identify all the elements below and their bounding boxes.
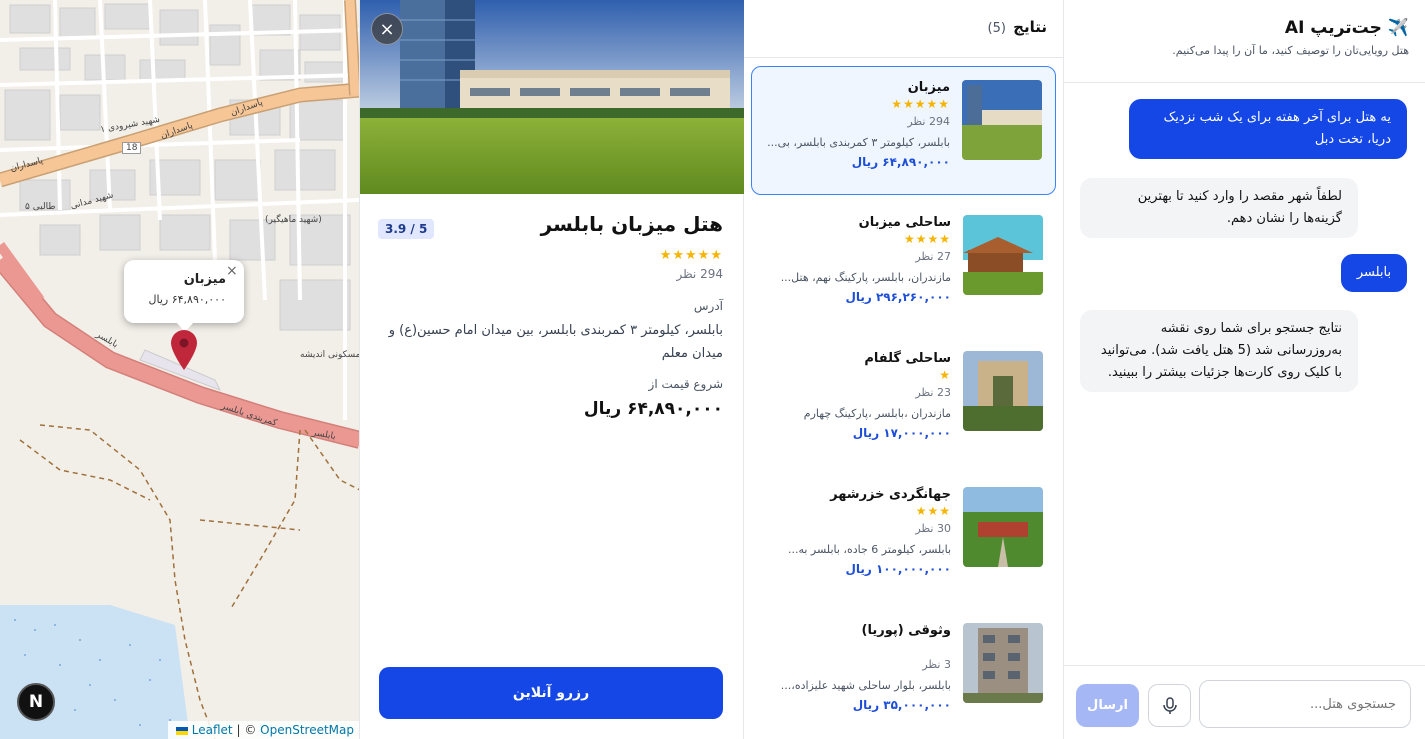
- popup-title: میزبان: [183, 272, 226, 287]
- card-reviews: 294 نظر: [907, 115, 950, 128]
- results-header: نتایج (5): [744, 0, 1063, 58]
- result-card[interactable]: میزبان ★★★★★ 294 نظر بابلسر، کیلومتر ۳ ک…: [751, 66, 1056, 195]
- map-panel[interactable]: پاسداران پاسداران پاسداران 18 شهید مدانی…: [0, 0, 360, 739]
- card-reviews: 27 نظر: [915, 250, 951, 263]
- card-price: ۶۴,۸۹۰,۰۰۰ ریال: [851, 155, 950, 169]
- card-price: ۳۵,۰۰۰,۰۰۰ ریال: [852, 698, 951, 712]
- card-reviews: 3 نظر: [922, 658, 951, 671]
- card-name: ساحلی گلفام: [864, 351, 951, 366]
- card-info: ساحلی گلفام ★ 23 نظر مازندران ،بابلسر ،پ…: [761, 351, 951, 440]
- card-address: مازندران، بابلسر، پارکینگ نهم، هتل...: [780, 271, 951, 284]
- card-name: میزبان: [907, 80, 950, 95]
- user-message: یه هتل برای آخر هفته برای یک شب نزدیک در…: [1129, 99, 1407, 159]
- card-price: ۱۷,۰۰۰,۰۰۰ ریال: [852, 426, 951, 440]
- card-stars: ★★★★: [903, 232, 951, 246]
- map-road-number: 18: [122, 142, 142, 154]
- book-online-button[interactable]: رزرو آنلاین: [379, 667, 723, 719]
- hotel-thumbnail: [963, 215, 1043, 295]
- card-info: ساحلی میزبان ★★★★ 27 نظر مازندران، بابلس…: [761, 215, 951, 304]
- result-card[interactable]: وثوقی (پوریا) 3 نظر بابلسر، بلوار ساحلی …: [751, 610, 1056, 739]
- card-info: میزبان ★★★★★ 294 نظر بابلسر، کیلومتر ۳ ک…: [760, 80, 950, 169]
- send-button[interactable]: ارسال: [1076, 684, 1139, 727]
- address-label: آدرس: [693, 299, 723, 313]
- search-input[interactable]: [1199, 680, 1411, 728]
- results-panel: نتایج (5) میزبان ★★★★★ 294 نظر بابلسر، ک…: [744, 0, 1064, 739]
- results-count: (5): [987, 21, 1006, 36]
- card-info: جهانگردی خزرشهر ★★★ 30 نظر بابلسر، کیلوم…: [761, 487, 951, 576]
- osm-link[interactable]: OpenStreetMap: [260, 723, 354, 737]
- rating-badge: 3.9 / 5: [378, 219, 435, 239]
- map-poi-label: طالبی ۵: [25, 202, 56, 212]
- card-address: بابلسر، کیلومتر ۳ کمربندی بابلسر، بی...: [767, 136, 950, 149]
- popup-price: ۶۴,۸۹۰,۰۰۰ ریال: [148, 293, 226, 306]
- n-badge-icon[interactable]: N: [17, 683, 55, 721]
- card-name: ساحلی میزبان: [858, 215, 951, 230]
- hotel-thumbnail: [962, 80, 1042, 160]
- chat-subtitle: هتل رویایی‌تان را توصیف کنید، ما آن را پ…: [1172, 44, 1409, 57]
- card-reviews: 23 نظر: [915, 386, 951, 399]
- popup-close-icon[interactable]: ×: [226, 263, 238, 279]
- attribution-separator: | ©: [236, 723, 257, 737]
- leaflet-link[interactable]: Leaflet: [192, 723, 233, 737]
- map-marker-icon[interactable]: [171, 330, 197, 374]
- card-price: ۲۹۶,۲۶۰,۰۰۰ ریال: [845, 290, 951, 304]
- chat-panel: ✈️ جت‌تریپ AI هتل رویایی‌تان را توصیف کن…: [1064, 0, 1425, 739]
- results-title: نتایج: [1013, 18, 1047, 36]
- chat-title: ✈️ جت‌تریپ AI: [1064, 18, 1409, 38]
- ukraine-flag-icon: [175, 726, 188, 735]
- close-detail-button[interactable]: ×: [371, 13, 403, 45]
- address-text: بابلسر، کیلومتر ۳ کمربندی بابلسر، بین می…: [388, 323, 723, 361]
- map-attribution: Leaflet | © OpenStreetMap: [167, 721, 359, 739]
- hotel-thumbnail: [963, 487, 1043, 567]
- map-poi-label: (شهید ماهیگیر): [265, 215, 322, 225]
- price-label: شروع قیمت از: [648, 377, 723, 391]
- app-root: پاسداران پاسداران پاسداران 18 شهید مدانی…: [0, 0, 1425, 739]
- card-address: بابلسر، کیلومتر 6 جاده، بابلسر به...: [787, 543, 951, 556]
- card-stars: ★★★★★: [891, 97, 950, 111]
- hotel-stars: ★★★★★: [659, 248, 723, 263]
- card-stars: ★: [939, 368, 951, 382]
- hotel-thumbnail: [963, 351, 1043, 431]
- result-card[interactable]: ساحلی گلفام ★ 23 نظر مازندران ،بابلسر ،پ…: [751, 338, 1056, 467]
- card-info: وثوقی (پوریا) 3 نظر بابلسر، بلوار ساحلی …: [761, 623, 951, 712]
- map-poi-label: پارک مسکونی اندیشه: [300, 350, 360, 360]
- bot-message: نتایج جستجو برای شما روی نقشه به‌روزرسان…: [1080, 310, 1358, 392]
- hotel-reviews: 294 نظر: [676, 267, 723, 281]
- card-address: مازندران ،بابلسر ،پارکینگ چهارم: [803, 407, 951, 420]
- microphone-icon: [1162, 696, 1177, 714]
- hotel-hero-image: ×: [360, 0, 744, 194]
- card-reviews: 30 نظر: [915, 522, 951, 535]
- user-message: بابلسر: [1341, 254, 1407, 292]
- card-address: بابلسر، بلوار ساحلی شهید علیزاده،...: [780, 679, 951, 692]
- card-name: وثوقی (پوریا): [861, 623, 951, 638]
- hotel-thumbnail: [963, 623, 1043, 703]
- card-price: ۱۰۰,۰۰۰,۰۰۰ ریال: [845, 562, 951, 576]
- chat-footer: ارسال: [1064, 665, 1425, 739]
- chat-header: ✈️ جت‌تریپ AI هتل رویایی‌تان را توصیف کن…: [1064, 0, 1425, 83]
- result-card[interactable]: ساحلی میزبان ★★★★ 27 نظر مازندران، بابلس…: [751, 202, 1056, 331]
- card-stars: [761, 640, 951, 656]
- microphone-button[interactable]: [1148, 684, 1191, 727]
- hotel-detail-body: هتل میزبان بابلسر 3.9 / 5 ★★★★★ 294 نظر …: [378, 212, 723, 419]
- chat-title-text: جت‌تریپ AI: [1284, 18, 1382, 38]
- result-card[interactable]: جهانگردی خزرشهر ★★★ 30 نظر بابلسر، کیلوم…: [751, 474, 1056, 603]
- map-popup[interactable]: × میزبان ۶۴,۸۹۰,۰۰۰ ریال: [124, 260, 244, 332]
- bot-message: لطفاً شهر مقصد را وارد کنید تا بهترین گز…: [1080, 178, 1358, 238]
- card-name: جهانگردی خزرشهر: [830, 487, 951, 502]
- airplane-icon: ✈️: [1387, 18, 1409, 38]
- card-stars: ★★★: [915, 504, 951, 518]
- hotel-detail-panel: × هتل میزبان بابلسر 3.9 / 5 ★★★★★ 294 نظ…: [360, 0, 744, 739]
- price-value: ۶۴,۸۹۰,۰۰۰ ریال: [583, 399, 723, 419]
